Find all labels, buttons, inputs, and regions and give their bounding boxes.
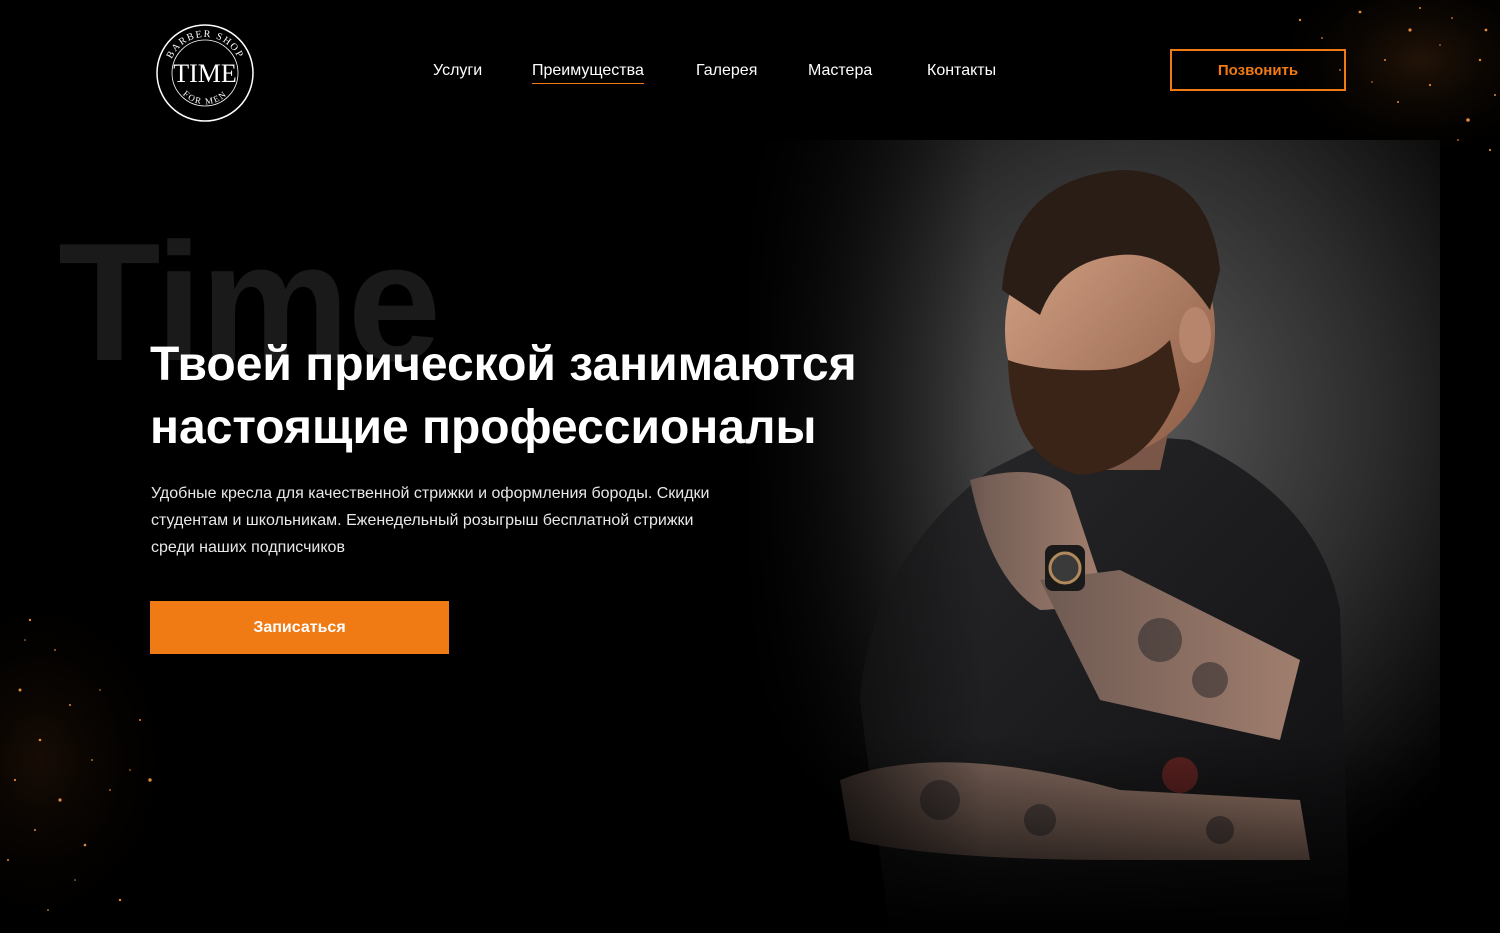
barber-model-photo [740, 140, 1440, 933]
svg-text:FOR MEN: FOR MEN [181, 88, 229, 106]
call-button[interactable]: Позвонить [1170, 49, 1346, 91]
nav-item-advantages[interactable]: Преимущества [532, 60, 644, 84]
hero-description: Удобные кресла для качественной стрижки … [151, 480, 771, 561]
site-header: BARBER SHOP FOR MEN TIME Услуги Преимуще… [0, 0, 1500, 140]
time-barbershop-logo[interactable]: BARBER SHOP FOR MEN TIME [155, 23, 255, 123]
nav-item-masters[interactable]: Мастера [808, 60, 872, 82]
hero-headline-line-2: настоящие профессионалы [150, 401, 817, 454]
hero-headline: Твоей прической занимаются настоящие про… [150, 333, 930, 459]
nav-item-contacts[interactable]: Контакты [927, 60, 996, 82]
book-appointment-button[interactable]: Записаться [150, 601, 449, 654]
nav-item-gallery[interactable]: Галерея [696, 60, 757, 82]
nav-item-services[interactable]: Услуги [433, 60, 482, 82]
hero-headline-line-1: Твоей прической занимаются [150, 338, 857, 391]
hero-description-line-1: Удобные кресла для качественной стрижки … [151, 485, 710, 502]
hero-description-line-3: среди наших подписчиков [151, 539, 345, 556]
hero-description-line-2: студентам и школьникам. Еженедельный роз… [151, 512, 694, 529]
landing-page: BARBER SHOP FOR MEN TIME Услуги Преимуще… [0, 0, 1500, 933]
svg-text:TIME: TIME [173, 59, 237, 88]
